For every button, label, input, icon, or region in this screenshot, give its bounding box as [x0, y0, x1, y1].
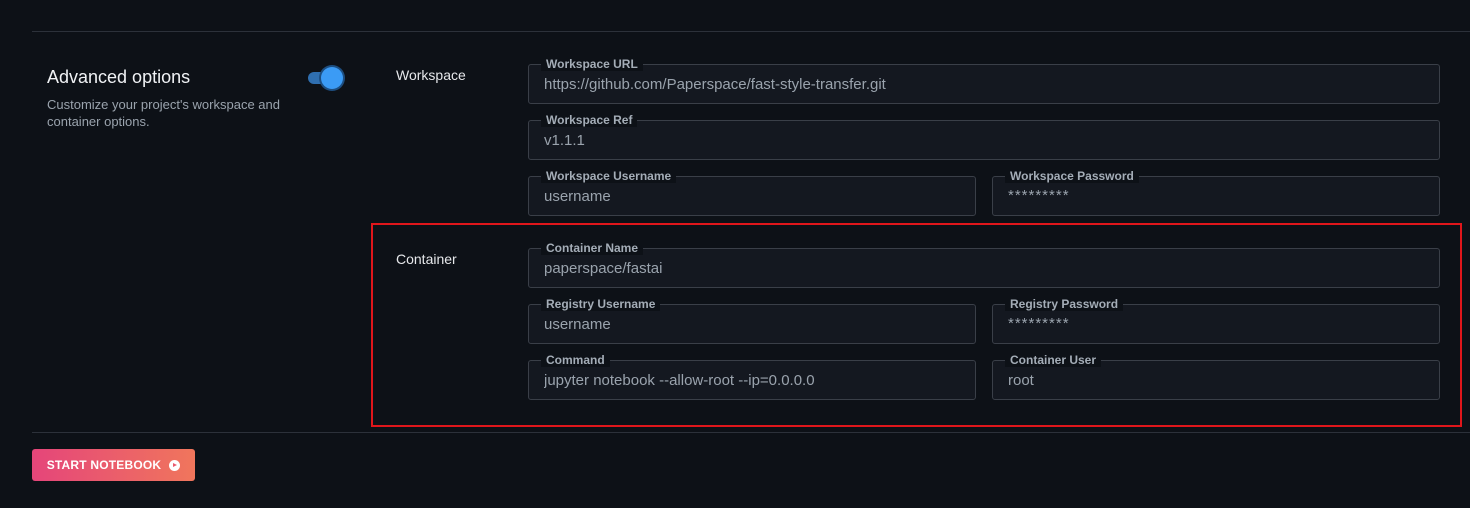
workspace-ref-value[interactable]: v1.1.1 — [544, 132, 1427, 149]
workspace-password-placeholder[interactable]: ********* — [1008, 187, 1427, 204]
notebook-advanced-options-page: Advanced options Customize your project'… — [0, 0, 1470, 508]
workspace-username-placeholder[interactable]: username — [544, 188, 963, 205]
command-field[interactable]: Command jupyter notebook --allow-root --… — [528, 353, 976, 400]
workspace-url-field[interactable]: Workspace URL https://github.com/Papersp… — [528, 57, 1440, 104]
workspace-url-value[interactable]: https://github.com/Paperspace/fast-style… — [544, 76, 1427, 93]
start-notebook-button[interactable]: START NOTEBOOK — [32, 449, 195, 481]
workspace-username-label: Workspace Username — [541, 169, 677, 183]
workspace-password-field[interactable]: Workspace Password ********* — [992, 169, 1440, 216]
advanced-options-toggle[interactable] — [307, 67, 345, 89]
container-user-label: Container User — [1005, 353, 1102, 367]
registry-password-placeholder[interactable]: ********* — [1008, 315, 1427, 332]
command-value[interactable]: jupyter notebook --allow-root --ip=0.0.0… — [544, 372, 963, 389]
container-group-label: Container — [396, 251, 457, 267]
container-name-value[interactable]: paperspace/fastai — [544, 260, 1427, 277]
registry-username-label: Registry Username — [541, 297, 661, 311]
container-user-field[interactable]: Container User root — [992, 353, 1440, 400]
advanced-options-title: Advanced options — [47, 67, 191, 87]
registry-password-field[interactable]: Registry Password ********* — [992, 297, 1440, 344]
command-label: Command — [541, 353, 610, 367]
advanced-options-description: Customize your project's workspace and c… — [47, 97, 280, 129]
registry-password-label: Registry Password — [1005, 297, 1124, 311]
registry-username-placeholder[interactable]: username — [544, 316, 963, 333]
workspace-url-label: Workspace URL — [541, 57, 643, 71]
toggle-knob — [321, 67, 343, 89]
start-notebook-label: START NOTEBOOK — [46, 458, 162, 472]
workspace-ref-field[interactable]: Workspace Ref v1.1.1 — [528, 113, 1440, 160]
workspace-username-field[interactable]: Workspace Username username — [528, 169, 976, 216]
top-divider — [32, 31, 1470, 32]
workspace-group-label: Workspace — [396, 67, 466, 83]
workspace-password-label: Workspace Password — [1005, 169, 1139, 183]
bottom-divider — [32, 432, 1470, 433]
container-name-field[interactable]: Container Name paperspace/fastai — [528, 241, 1440, 288]
registry-username-field[interactable]: Registry Username username — [528, 297, 976, 344]
workspace-ref-label: Workspace Ref — [541, 113, 638, 127]
arrow-right-circle-icon — [169, 459, 181, 471]
container-name-label: Container Name — [541, 241, 644, 255]
container-user-value[interactable]: root — [1008, 372, 1427, 389]
